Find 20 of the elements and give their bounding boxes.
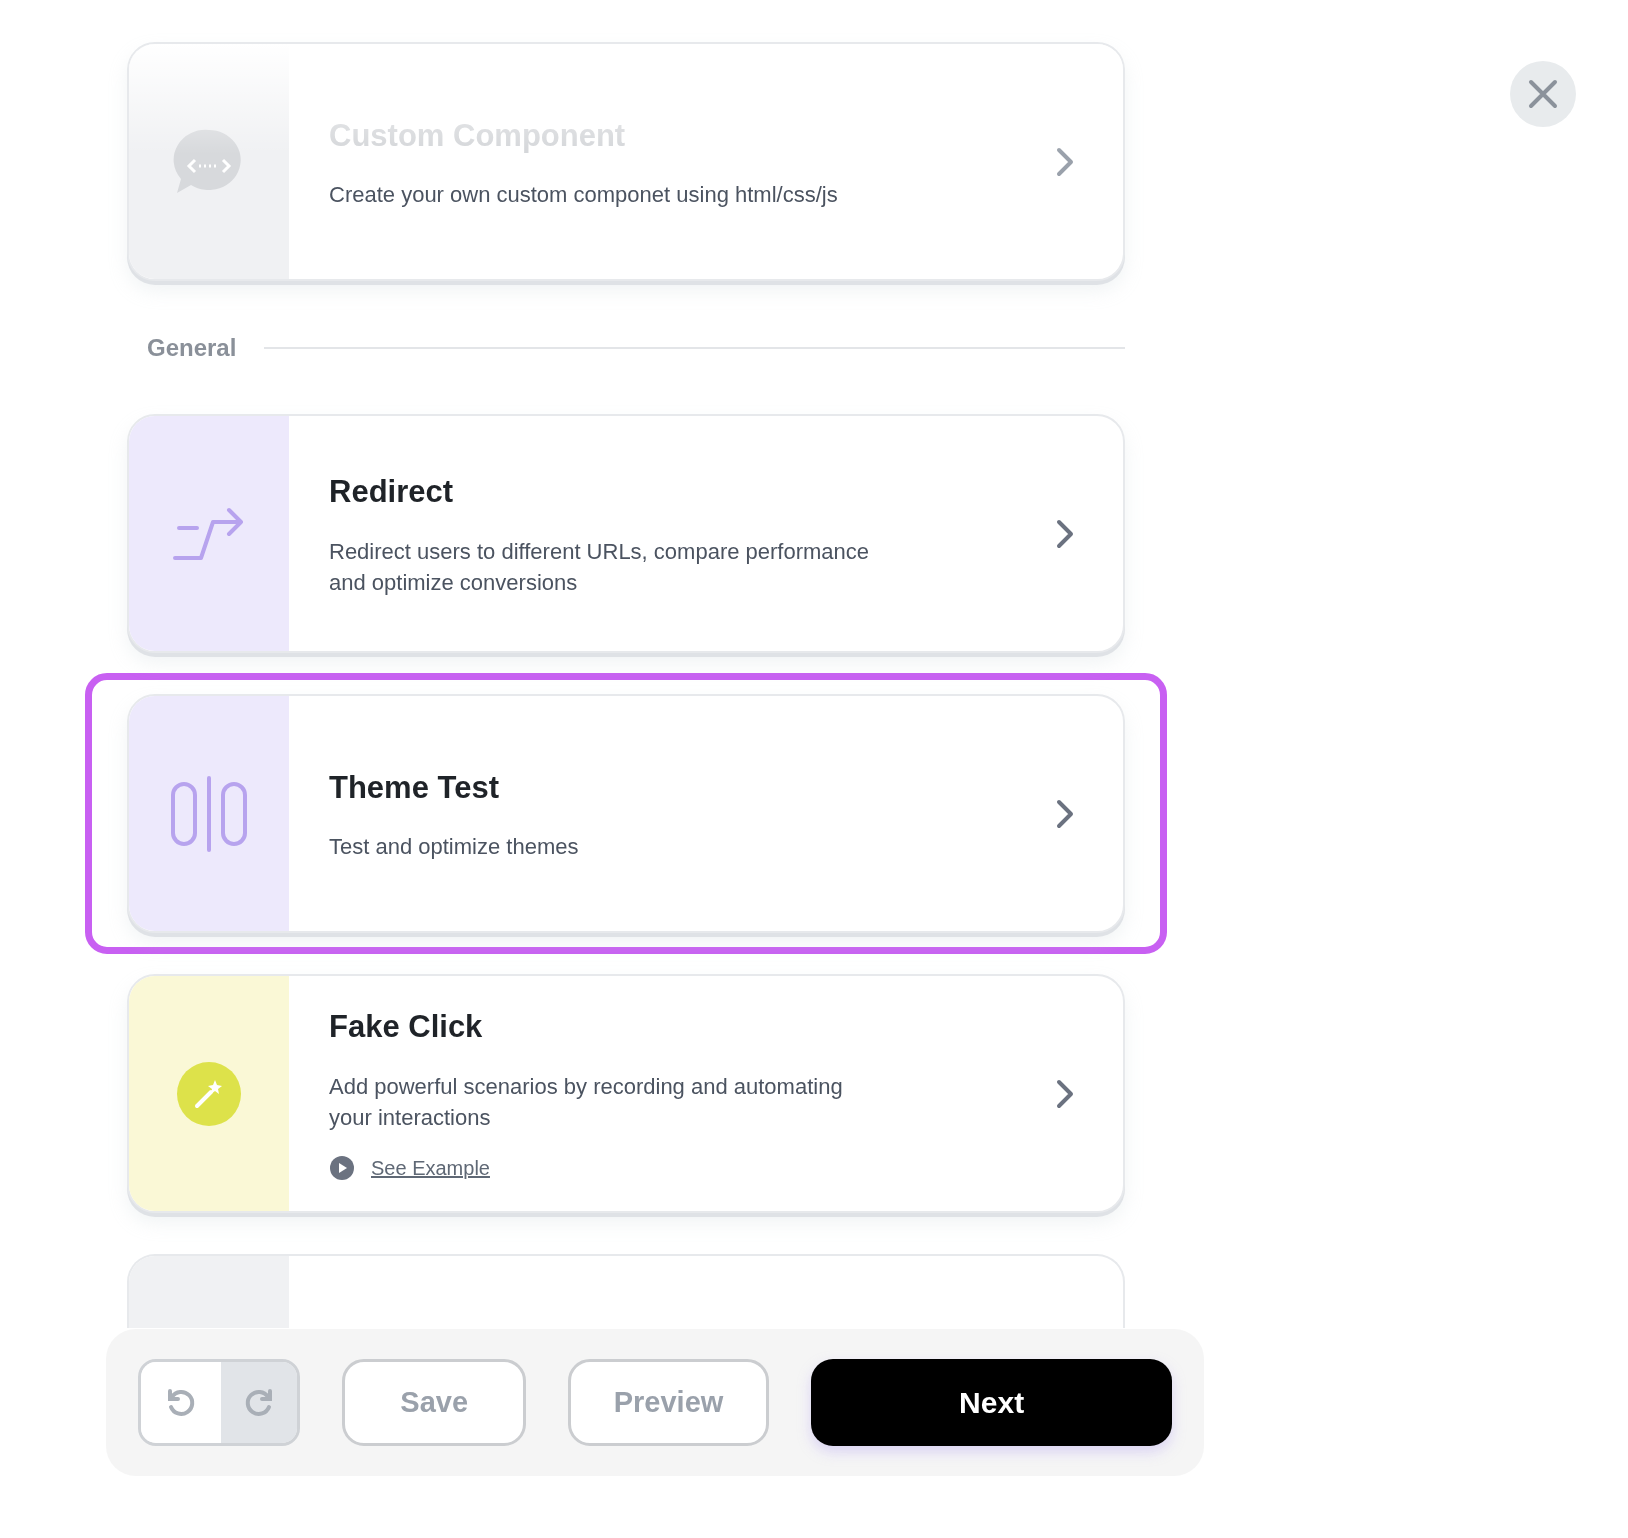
card-description: Create your own custom componet using html/css/js: [329, 181, 839, 210]
chevron-right-icon: [1055, 797, 1075, 830]
chevron-right-icon: [1055, 145, 1075, 178]
chevron-right-icon: [1055, 1077, 1075, 1110]
see-example-link[interactable]: See Example: [371, 1152, 490, 1183]
card-title: Redirect: [329, 473, 455, 512]
chevron-right-icon: [1055, 517, 1075, 550]
play-icon: [329, 1154, 355, 1181]
card-title: Theme Test: [329, 768, 500, 807]
option-card[interactable]: [127, 1254, 1125, 1328]
split-columns-icon: [170, 775, 248, 852]
section-label: General: [147, 332, 237, 363]
card-description: Redirect users to different URLs, compare performance and optimize conversions: [329, 537, 871, 597]
card-description: Test and optimize themes: [329, 833, 580, 862]
card-title: Fake Click: [329, 1008, 484, 1047]
card-description: Add powerful scenarios by recording and automating your interactions: [329, 1072, 844, 1132]
undo-button[interactable]: [141, 1362, 221, 1443]
magic-wand-icon: [177, 1061, 241, 1126]
next-button[interactable]: Next: [811, 1359, 1172, 1446]
close-icon: [1528, 79, 1558, 109]
